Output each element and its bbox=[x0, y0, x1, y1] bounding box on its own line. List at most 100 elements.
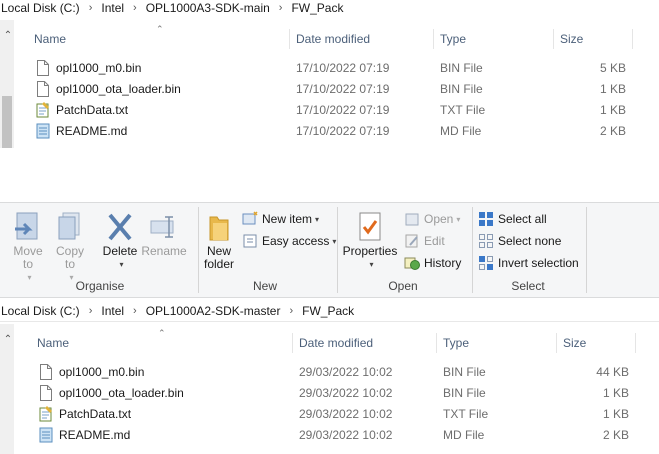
chevron-right-icon: › bbox=[278, 2, 283, 14]
open-button[interactable]: Open ▾ bbox=[404, 209, 460, 229]
delete-button[interactable]: Delete ▾ bbox=[100, 211, 140, 271]
chevron-right-icon: › bbox=[88, 2, 93, 14]
column-date-modified[interactable]: Date modified bbox=[296, 27, 370, 51]
rename-button[interactable]: Rename bbox=[141, 211, 187, 258]
column-date-modified[interactable]: Date modified bbox=[299, 331, 373, 355]
breadcrumb-item[interactable]: Intel bbox=[100, 1, 125, 15]
copy-to-label: Copy to bbox=[55, 244, 84, 271]
new-folder-button[interactable]: New folder bbox=[200, 211, 238, 271]
edit-icon bbox=[405, 234, 418, 248]
column-size[interactable]: Size bbox=[563, 331, 586, 355]
new-item-button[interactable]: New item ▾ bbox=[242, 209, 319, 229]
file-date-modified: 29/03/2022 10:02 bbox=[299, 385, 393, 400]
breadcrumb-item[interactable]: Local Disk (C:) bbox=[0, 1, 81, 15]
md-file-icon bbox=[39, 427, 53, 443]
properties-icon bbox=[359, 212, 381, 241]
file-date-modified: 29/03/2022 10:02 bbox=[299, 427, 393, 442]
file-date-modified: 29/03/2022 10:02 bbox=[299, 364, 393, 379]
file-name-cell[interactable]: README.md bbox=[39, 424, 130, 445]
easy-access-label: Easy access bbox=[262, 234, 330, 248]
easy-access-button[interactable]: Easy access ▾ bbox=[242, 231, 336, 251]
file-icon bbox=[36, 80, 50, 97]
column-size[interactable]: Size bbox=[560, 27, 583, 51]
file-name-cell[interactable]: opl1000_ota_loader.bin bbox=[39, 382, 184, 403]
breadcrumb-item[interactable]: Intel bbox=[100, 304, 125, 318]
file-row[interactable]: PatchData.txt 17/10/2022 07:19 TXT File 1 K… bbox=[0, 99, 659, 120]
file-date-modified: 17/10/2022 07:19 bbox=[296, 81, 390, 96]
edit-label: Edit bbox=[424, 234, 445, 248]
select-none-button[interactable]: Select none bbox=[478, 231, 561, 251]
file-type: BIN File bbox=[443, 385, 486, 400]
file-size: 1 KB bbox=[602, 406, 629, 421]
breadcrumb-item[interactable]: OPL1000A3-SDK-main bbox=[145, 1, 271, 15]
column-divider bbox=[433, 29, 434, 49]
md-file-icon bbox=[36, 123, 50, 139]
open-label: Open bbox=[424, 212, 454, 226]
history-icon bbox=[404, 257, 420, 270]
select-all-button[interactable]: Select all bbox=[478, 209, 547, 229]
file-date-modified: 29/03/2022 10:02 bbox=[299, 406, 393, 421]
file-row[interactable]: README.md 29/03/2022 10:02 MD File 2 KB bbox=[0, 424, 659, 445]
move-to-icon bbox=[15, 212, 38, 240]
breadcrumb-item[interactable]: Local Disk (C:) bbox=[0, 304, 81, 318]
file-row[interactable]: opl1000_m0.bin 17/10/2022 07:19 BIN File 5 … bbox=[0, 57, 659, 78]
select-none-icon bbox=[479, 234, 493, 248]
open-icon bbox=[405, 213, 419, 226]
breadcrumb-item[interactable]: FW_Pack bbox=[301, 304, 355, 318]
file-size: 5 KB bbox=[599, 60, 626, 75]
file-type: TXT File bbox=[440, 102, 486, 117]
chevron-right-icon: › bbox=[133, 305, 137, 317]
open-group-label: Open bbox=[388, 279, 418, 293]
copy-to-button[interactable]: Copy to ▾ bbox=[52, 211, 88, 284]
history-label: History bbox=[424, 256, 462, 270]
chevron-down-icon: ▾ bbox=[119, 260, 124, 269]
new-group-label: New bbox=[252, 279, 277, 293]
file-type: BIN File bbox=[440, 81, 483, 96]
column-name[interactable]: Name bbox=[34, 27, 66, 51]
file-name: PatchData.txt bbox=[59, 406, 132, 421]
new-item-label: New item bbox=[262, 212, 313, 226]
delete-x-icon bbox=[108, 213, 132, 241]
file-name-cell[interactable]: PatchData.txt bbox=[39, 403, 131, 424]
file-row[interactable]: PatchData.txt 29/03/2022 10:02 TXT File 1 K… bbox=[0, 403, 659, 424]
file-type: BIN File bbox=[443, 364, 486, 379]
column-divider bbox=[436, 333, 437, 353]
file-name: PatchData.txt bbox=[56, 102, 129, 117]
file-name: README.md bbox=[59, 427, 131, 442]
file-row[interactable]: opl1000_ota_loader.bin 29/03/2022 10:02 BI… bbox=[0, 382, 659, 403]
file-size: 2 KB bbox=[599, 123, 626, 138]
file-type: MD File bbox=[440, 123, 482, 138]
column-name[interactable]: Name bbox=[37, 331, 69, 355]
properties-button[interactable]: Properties ▾ bbox=[340, 211, 400, 271]
top-breadcrumb: Local Disk (C:) › Intel › OPL1000A3-SDK-… bbox=[0, 0, 344, 16]
file-row[interactable]: README.md 17/10/2022 07:19 MD File 2 KB bbox=[0, 120, 659, 141]
invert-selection-button[interactable]: Invert selection bbox=[478, 253, 579, 273]
folder-icon bbox=[209, 216, 229, 241]
file-name-cell[interactable]: opl1000_m0.bin bbox=[36, 57, 141, 78]
file-name-cell[interactable]: PatchData.txt bbox=[36, 99, 128, 120]
file-name: opl1000_ota_loader.bin bbox=[56, 81, 181, 96]
breadcrumb-item[interactable]: FW_Pack bbox=[290, 1, 344, 15]
column-type[interactable]: Type bbox=[443, 331, 469, 355]
file-size: 2 KB bbox=[602, 427, 629, 442]
easy-access-icon bbox=[243, 234, 257, 248]
bottom-breadcrumb: Local Disk (C:) › Intel › OPL1000A2-SDK-… bbox=[0, 303, 355, 319]
column-divider bbox=[553, 29, 554, 49]
edit-button[interactable]: Edit bbox=[404, 231, 445, 251]
chevron-down-icon: ▾ bbox=[369, 260, 374, 269]
file-name-cell[interactable]: opl1000_m0.bin bbox=[39, 361, 144, 382]
file-name-cell[interactable]: README.md bbox=[36, 120, 127, 141]
column-divider bbox=[292, 333, 293, 353]
file-row[interactable]: opl1000_m0.bin 29/03/2022 10:02 BIN File 44… bbox=[0, 361, 659, 382]
file-row[interactable]: opl1000_ota_loader.bin 17/10/2022 07:19 BI… bbox=[0, 78, 659, 99]
file-name-cell[interactable]: opl1000_ota_loader.bin bbox=[36, 78, 181, 99]
file-date-modified: 17/10/2022 07:19 bbox=[296, 102, 390, 117]
breadcrumb-item[interactable]: OPL1000A2-SDK-master bbox=[145, 304, 282, 318]
move-to-button[interactable]: Move to ▾ bbox=[10, 211, 46, 284]
history-button[interactable]: History bbox=[404, 253, 461, 273]
file-name: opl1000_ota_loader.bin bbox=[59, 385, 184, 400]
column-type[interactable]: Type bbox=[440, 27, 466, 51]
properties-label: Properties bbox=[342, 244, 398, 258]
ribbon-separator bbox=[472, 207, 473, 293]
chevron-down-icon: ▾ bbox=[315, 214, 320, 224]
